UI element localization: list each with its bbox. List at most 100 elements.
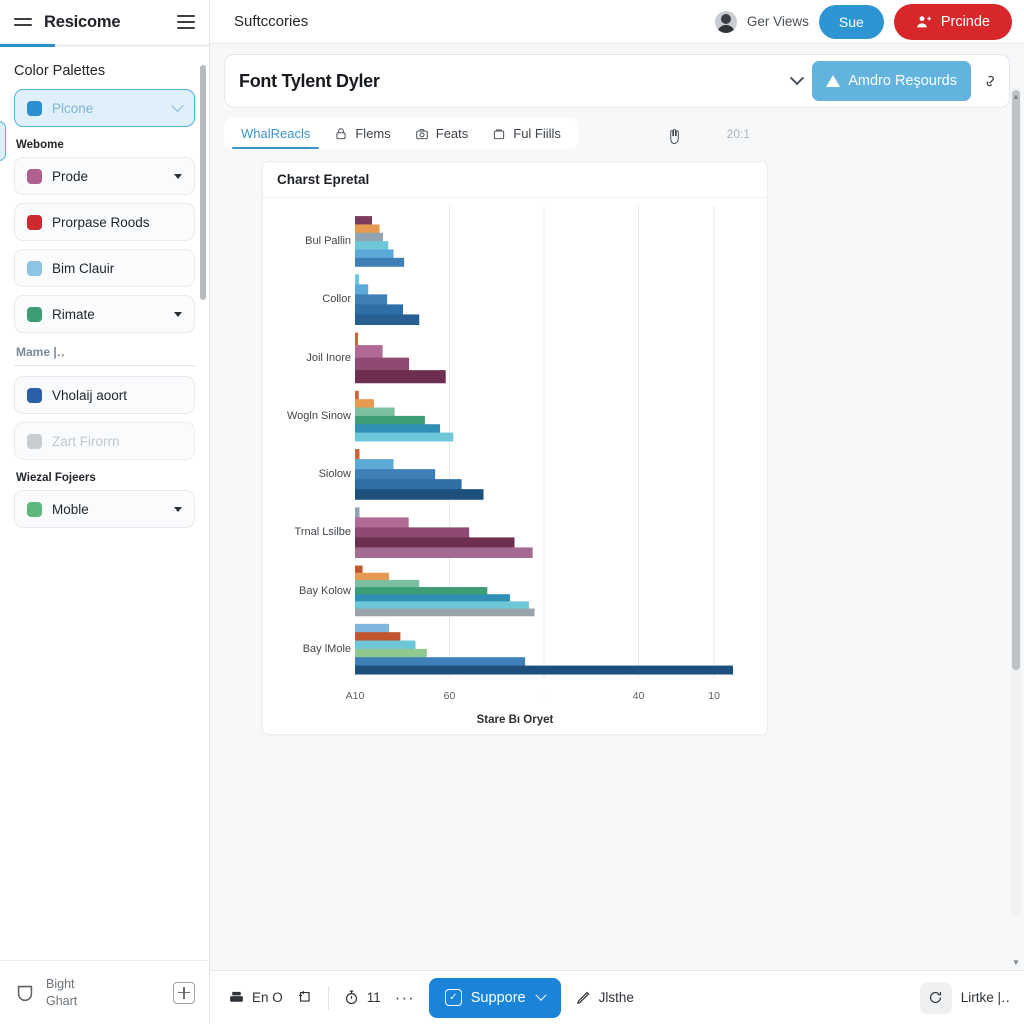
color-swatch-icon bbox=[27, 168, 42, 184]
palette-select-plcone[interactable]: Plcone bbox=[14, 89, 195, 127]
timer-button[interactable]: 11 bbox=[343, 989, 381, 1006]
amdro-resourds-label: Amdro Reşourds bbox=[848, 73, 957, 89]
tab-ful-fiills[interactable]: Ful Fiills bbox=[481, 118, 572, 149]
footer-line-2: Ghart bbox=[46, 993, 78, 1008]
color-swatch-icon bbox=[27, 306, 42, 322]
refresh-button[interactable] bbox=[919, 981, 952, 1014]
color-palettes-heading: Color Palettes bbox=[14, 63, 106, 79]
sidebar-item-zart-firorrn[interactable]: Zart Firorrn bbox=[14, 422, 195, 460]
page-title: Suftccories bbox=[234, 13, 309, 30]
section-webome-label: Webome bbox=[16, 139, 64, 151]
mouse-cursor bbox=[670, 129, 679, 144]
tabs-row: WhalReacls Flems Feats Ful Fiills 20:1 bbox=[224, 118, 1010, 150]
sidebar: Resicome Color Palettes Plcone Webome Pr… bbox=[0, 0, 210, 1024]
sidebar-footer: Bight Ghart bbox=[0, 960, 209, 1024]
item-label: Zart Firorrn bbox=[52, 433, 120, 449]
overflow-menu-icon[interactable]: ··· bbox=[395, 988, 415, 1008]
footer-text: Bight Ghart bbox=[46, 976, 77, 1010]
tabs: WhalReacls Flems Feats Ful Fiills bbox=[224, 118, 578, 150]
suppore-button[interactable]: ✓ Suppore bbox=[428, 977, 561, 1018]
lirtke-label[interactable]: Lirtke |‥ bbox=[961, 990, 1010, 1006]
document-title: Font Tylent Dyler bbox=[239, 70, 380, 91]
sidebar-item-vholaij-aoort[interactable]: Vholaij aoort bbox=[14, 376, 195, 414]
chart-x-tick: A10 bbox=[345, 690, 365, 702]
app-root: Resicome Color Palettes Plcone Webome Pr… bbox=[0, 0, 1024, 1024]
color-swatch-icon bbox=[27, 433, 42, 449]
top-bar-actions: Ger Views Sue Prcinde bbox=[714, 3, 1012, 40]
shield-icon bbox=[14, 982, 36, 1004]
chevron-down-icon bbox=[171, 98, 184, 112]
tab-label: Ful Fiills bbox=[513, 126, 561, 141]
chart-x-tick: 40 bbox=[632, 690, 645, 702]
suppore-label: Suppore bbox=[470, 989, 526, 1006]
chevron-down-icon[interactable] bbox=[790, 71, 805, 86]
prcinde-label: Prcinde bbox=[940, 13, 990, 30]
main-scrollbar-thumb[interactable] bbox=[1012, 90, 1020, 670]
bottom-toolbar: En O 11 ··· ✓ Suppore Jlsthe Lirtke |‥ bbox=[210, 970, 1024, 1024]
item-label: Bim Clauir bbox=[52, 260, 115, 276]
chart-y-tick: Trnal Lsilbe bbox=[294, 526, 351, 539]
item-label: Prorpase Roods bbox=[52, 214, 150, 230]
sidebar-item-bim-clauir[interactable]: Bim Clauir bbox=[14, 249, 195, 287]
crop-icon bbox=[298, 991, 310, 1002]
content-area: Font Tylent Dyler Amdro Reşourds WhalRea… bbox=[210, 44, 1024, 970]
brand-title: Resicome bbox=[44, 12, 121, 31]
bottom-toolbar-right: Lirtke |‥ bbox=[919, 981, 1010, 1014]
menu-icon[interactable] bbox=[177, 15, 195, 29]
prcinde-button[interactable]: Prcinde bbox=[893, 3, 1012, 40]
print-button[interactable]: En O bbox=[228, 989, 283, 1006]
sidebar-scrollbar[interactable] bbox=[200, 65, 206, 300]
timer-label: 11 bbox=[366, 990, 381, 1005]
hamburger-icon[interactable] bbox=[14, 18, 32, 26]
chart-x-tick: 60 bbox=[443, 690, 456, 702]
footer-line-1: Bight bbox=[46, 976, 75, 991]
chart-y-tick: Bay lMole bbox=[302, 642, 351, 655]
add-box-icon[interactable] bbox=[173, 981, 195, 1004]
sue-button[interactable]: Sue bbox=[818, 4, 884, 39]
section-divider bbox=[14, 365, 195, 366]
avatar[interactable] bbox=[714, 10, 737, 33]
amdro-resourds-button[interactable]: Amdro Reşourds bbox=[812, 61, 971, 101]
toolbar-divider bbox=[327, 985, 329, 1010]
chart-y-tick: Bay Kolow bbox=[299, 584, 351, 597]
scroll-up-icon[interactable]: ▲ bbox=[1012, 92, 1020, 101]
chevron-down-icon bbox=[174, 506, 182, 512]
jlsthe-label: Jlsthe bbox=[598, 990, 634, 1005]
chart-x-axis-title: Stare Bı Oryet bbox=[476, 714, 554, 726]
chart-y-tick: Joil Inore bbox=[306, 351, 351, 364]
item-label: Rimate bbox=[52, 306, 95, 322]
scroll-down-icon[interactable]: ▼ bbox=[1012, 958, 1020, 967]
crop-button[interactable] bbox=[297, 989, 314, 1006]
command-bar: Font Tylent Dyler Amdro Reşourds bbox=[224, 54, 1010, 108]
palette-label: Plcone bbox=[52, 100, 94, 116]
top-bar: Suftccories Ger Views Sue Prcinde bbox=[210, 0, 1024, 44]
refresh-icon bbox=[930, 991, 942, 1003]
chart-card: Charst Epretal Bul Pallin Collor Joil Inor… bbox=[262, 161, 768, 735]
timer-icon bbox=[345, 990, 357, 1005]
tab-label: WhalReacls bbox=[241, 126, 311, 141]
item-label: Prode bbox=[52, 168, 89, 184]
sidebar-body: Color Palettes Plcone Webome Prode Prorp… bbox=[0, 47, 209, 960]
tab-flems[interactable]: Flems bbox=[323, 118, 401, 149]
section-wiezal-label: Wiezal Fojeers bbox=[16, 472, 96, 484]
get-views-link[interactable]: Ger Views bbox=[747, 14, 809, 29]
link-icon[interactable] bbox=[981, 72, 1001, 90]
tab-feats[interactable]: Feats bbox=[404, 118, 480, 149]
item-label: Vholaij aoort bbox=[52, 387, 128, 403]
chevron-down-icon bbox=[174, 311, 182, 317]
sidebar-item-prorpase-roods[interactable]: Prorpase Roods bbox=[14, 203, 195, 241]
chart-title: Charst Epretal bbox=[263, 162, 767, 198]
tab-whalreacls[interactable]: WhalReacls bbox=[230, 118, 321, 150]
jlsthe-button[interactable]: Jlsthe bbox=[575, 989, 634, 1006]
color-swatch-icon bbox=[27, 260, 42, 276]
folder-icon bbox=[494, 128, 505, 139]
sidebar-item-moble[interactable]: Moble bbox=[14, 490, 195, 528]
badge-icon: ✓ bbox=[444, 989, 462, 1006]
sidebar-item-prode[interactable]: Prode bbox=[14, 157, 195, 195]
color-swatch-icon bbox=[27, 214, 42, 230]
pen-icon bbox=[576, 991, 589, 1005]
tab-label: Feats bbox=[435, 126, 469, 141]
color-swatch-icon bbox=[27, 387, 42, 403]
sidebar-item-rimate[interactable]: Rimate bbox=[14, 295, 195, 333]
sidebar-header: Resicome bbox=[0, 0, 209, 44]
